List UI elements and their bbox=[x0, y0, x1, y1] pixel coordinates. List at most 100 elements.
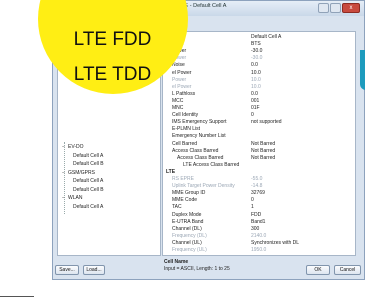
property-row[interactable]: Channel (DL) 300 bbox=[163, 226, 355, 233]
property-name: Emergency Number List bbox=[172, 133, 226, 140]
load-button[interactable]: Load... bbox=[83, 265, 105, 275]
maximize-button[interactable] bbox=[330, 3, 341, 13]
property-value[interactable]: Synchronizes with DL bbox=[251, 240, 299, 247]
property-row[interactable]: Access Class Barred Not Barred bbox=[163, 155, 355, 162]
callout-line-1: LTE FDD bbox=[73, 29, 152, 50]
description-title: Cell Name bbox=[164, 259, 189, 265]
save-button[interactable]: Save... bbox=[55, 265, 79, 275]
property-value[interactable]: -30.0 bbox=[251, 48, 262, 55]
property-value[interactable]: FDD bbox=[251, 212, 261, 219]
property-value[interactable]: not supported bbox=[251, 119, 282, 126]
property-value[interactable]: 300 bbox=[251, 226, 259, 233]
close-button[interactable]: x bbox=[342, 3, 360, 13]
teal-edge-shape bbox=[360, 50, 365, 90]
tree-group[interactable]: WLAN bbox=[62, 195, 83, 201]
property-row[interactable]: E-UTRA Band Band1 bbox=[163, 219, 355, 226]
tree-item[interactable]: Default Cell A bbox=[73, 153, 103, 159]
property-value[interactable]: 10.0 bbox=[251, 70, 261, 77]
property-row[interactable]: Power-30.0 bbox=[163, 55, 355, 62]
property-value[interactable]: 0 bbox=[251, 112, 254, 119]
property-name: Cell Barred bbox=[172, 140, 198, 147]
property-value[interactable]: 32769 bbox=[251, 190, 265, 197]
property-name: Channel (UL) bbox=[172, 239, 202, 246]
property-name: MME Code bbox=[172, 197, 198, 204]
property-name: Noise bbox=[172, 62, 185, 69]
tree-item[interactable]: Default Cell B bbox=[73, 187, 104, 193]
property-name: RS EPRE bbox=[172, 176, 194, 182]
property-name: MNC bbox=[172, 105, 184, 111]
property-row[interactable]: Noise 0.0 bbox=[163, 62, 355, 69]
property-value[interactable]: Not Barred bbox=[251, 148, 275, 155]
property-row[interactable]: Emergency Number List bbox=[163, 133, 355, 140]
property-row[interactable]: el Power 10.0 bbox=[163, 70, 355, 77]
property-row[interactable]: Cell Barred Not Barred bbox=[163, 141, 355, 148]
property-row[interactable]: Frequency (UL) 1950.0 bbox=[163, 247, 355, 254]
property-row[interactable]: MCC 001 bbox=[163, 98, 355, 105]
property-row[interactable]: IMS Emergency Support not supported bbox=[163, 119, 355, 126]
property-value[interactable]: 10.0 bbox=[251, 84, 261, 91]
property-name: el Power bbox=[172, 69, 192, 76]
property-value[interactable]: Band1 bbox=[251, 219, 265, 226]
property-name: Access Class Barred bbox=[172, 147, 219, 154]
tree-item[interactable]: Default Cell A bbox=[73, 178, 103, 184]
property-row[interactable]: PointBTS bbox=[163, 41, 355, 48]
property-value[interactable]: 0.0 bbox=[251, 91, 258, 98]
property-name: Frequency (UL) bbox=[172, 247, 207, 253]
property-row[interactable]: TAC 1 bbox=[163, 204, 355, 211]
property-name: Uplink Target Power Density bbox=[172, 183, 235, 190]
property-row[interactable]: el Power 10.0 bbox=[163, 84, 355, 91]
property-grid: meDefault Cell APointBTSPower-30.0Power-… bbox=[162, 31, 356, 256]
property-row[interactable]: MNC 01F bbox=[163, 105, 355, 112]
property-value[interactable]: 0 bbox=[251, 197, 254, 204]
property-row[interactable]: LTE Access Class Barred bbox=[163, 162, 355, 169]
property-row[interactable]: Power-30.0 bbox=[163, 48, 355, 55]
property-name: Duplex Mode bbox=[172, 211, 202, 218]
tree-item[interactable]: Default Cell A bbox=[73, 204, 103, 210]
property-value[interactable]: Not Barred bbox=[251, 155, 275, 162]
property-name: MCC bbox=[172, 97, 184, 104]
property-row[interactable]: Power 10.0 bbox=[163, 77, 355, 84]
property-name: Power bbox=[172, 76, 187, 83]
property-row[interactable]: Uplink Target Power Density -14.8 bbox=[163, 183, 355, 190]
property-value[interactable]: -14.8 bbox=[251, 183, 262, 190]
property-row[interactable]: E-PLMN List bbox=[163, 126, 355, 133]
property-value[interactable]: -30.0 bbox=[251, 55, 262, 62]
property-row[interactable]: LTE bbox=[163, 169, 355, 176]
property-name: Frequency (DL) bbox=[172, 232, 207, 239]
property-value[interactable]: 10.0 bbox=[251, 77, 261, 84]
tree-connector bbox=[64, 142, 65, 214]
property-name: TAC bbox=[172, 204, 182, 211]
tree-group[interactable]: GSM/GPRS bbox=[62, 170, 95, 176]
property-row[interactable]: Channel (UL) Synchronizes with DL bbox=[163, 240, 355, 247]
property-name: el Power bbox=[172, 83, 192, 90]
property-name: Channel (DL) bbox=[172, 225, 202, 232]
minimize-button[interactable] bbox=[318, 3, 329, 13]
property-value[interactable]: BTS bbox=[251, 41, 261, 48]
property-name: E-PLMN List bbox=[172, 126, 201, 133]
property-value[interactable]: 2140.0 bbox=[251, 233, 266, 240]
property-row[interactable]: MME Group ID 32769 bbox=[163, 190, 355, 197]
property-name: Cell Identity bbox=[172, 112, 199, 119]
property-row[interactable]: Frequency (DL) 2140.0 bbox=[163, 233, 355, 240]
property-value[interactable]: 0.0 bbox=[251, 62, 258, 69]
property-row[interactable]: meDefault Cell A bbox=[163, 34, 355, 41]
property-row[interactable]: Duplex Mode FDD bbox=[163, 212, 355, 219]
divider-line bbox=[0, 296, 34, 297]
property-row[interactable]: RS EPRE -55.0 bbox=[163, 176, 355, 183]
property-value[interactable]: 01F bbox=[251, 105, 260, 112]
property-row[interactable]: Access Class Barred Not Barred bbox=[163, 148, 355, 155]
property-row[interactable]: MME Code 0 bbox=[163, 197, 355, 204]
property-row[interactable]: Cell Identity 0 bbox=[163, 112, 355, 119]
property-row[interactable]: L Pathloss 0.0 bbox=[163, 91, 355, 98]
tree-group[interactable]: EV-DO bbox=[62, 144, 83, 150]
property-value[interactable]: 1 bbox=[251, 204, 254, 211]
property-name: L Pathloss bbox=[172, 90, 196, 97]
property-value[interactable]: 1950.0 bbox=[251, 247, 266, 254]
property-value[interactable]: -55.0 bbox=[251, 176, 262, 183]
tree-item[interactable]: Default Cell B bbox=[73, 161, 104, 167]
property-value[interactable]: Default Cell A bbox=[251, 34, 281, 41]
property-value[interactable]: 001 bbox=[251, 98, 259, 105]
property-value[interactable]: Not Barred bbox=[251, 141, 275, 148]
cancel-button[interactable]: Cancel bbox=[334, 265, 361, 275]
ok-button[interactable]: OK bbox=[306, 265, 330, 275]
